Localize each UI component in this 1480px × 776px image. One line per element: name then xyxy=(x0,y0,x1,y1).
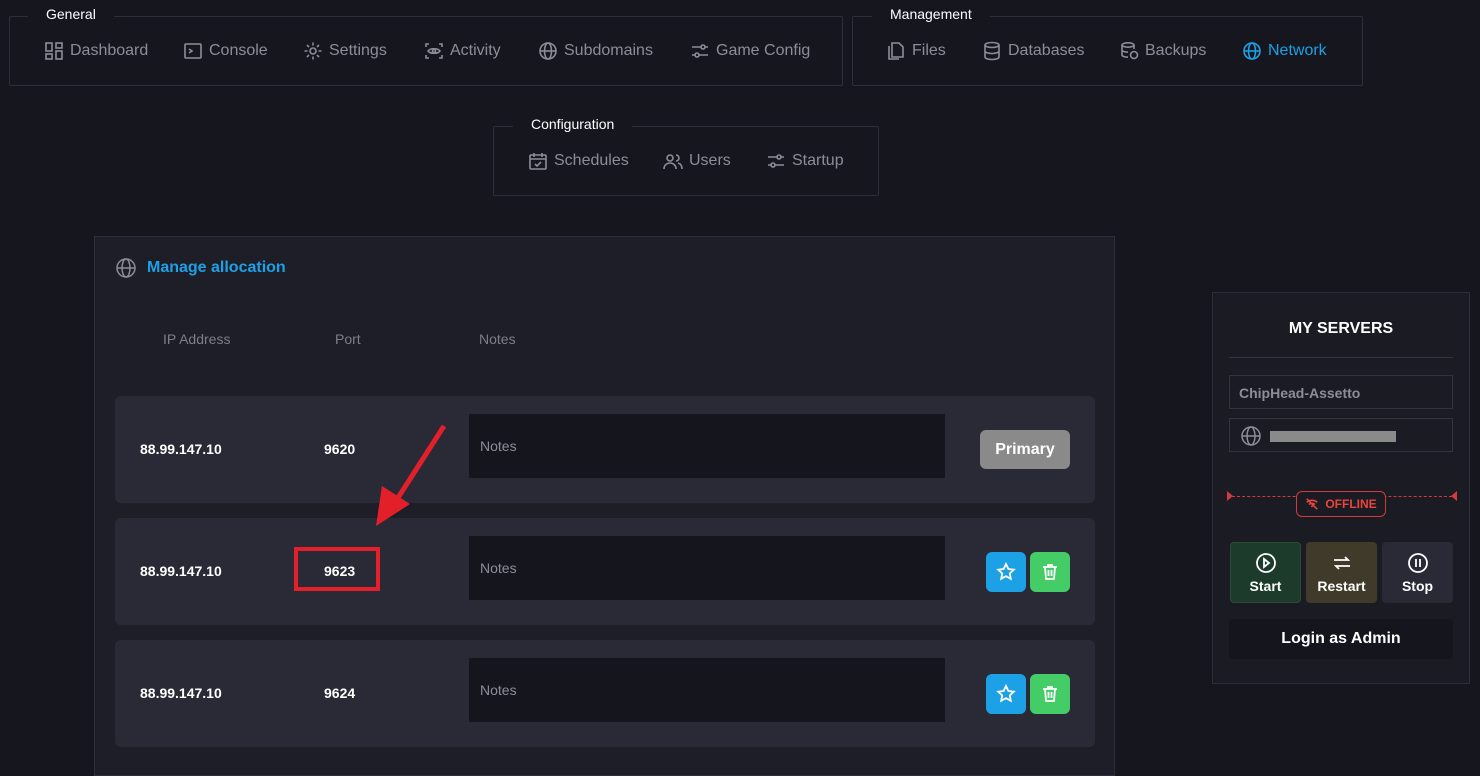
nav-item-subdomains[interactable]: Subdomains xyxy=(538,41,653,61)
nav-item-game-config[interactable]: Game Config xyxy=(690,41,810,61)
status-badge: OFFLINE xyxy=(1296,491,1386,517)
notes-input[interactable] xyxy=(469,536,945,600)
ip-address: 88.99.147.10 xyxy=(140,563,222,579)
users-icon xyxy=(663,154,683,170)
star-icon xyxy=(996,562,1016,581)
calendar-icon xyxy=(529,153,547,170)
ip-address: 88.99.147.10 xyxy=(140,685,222,701)
restart-icon xyxy=(1333,555,1350,570)
files-icon xyxy=(888,42,904,60)
stop-label: Stop xyxy=(1401,577,1434,594)
database-restore-icon xyxy=(1121,41,1139,60)
annotation-arrow xyxy=(376,424,447,526)
nav-group-configuration: Configuration Schedules Users Startup xyxy=(493,110,879,196)
gear-icon xyxy=(304,42,322,60)
primary-button[interactable]: Primary xyxy=(980,430,1070,469)
allocation-row: 88.99.147.10 9620 Primary xyxy=(115,396,1095,503)
make-primary-button[interactable] xyxy=(986,552,1026,592)
globe-icon xyxy=(1243,42,1261,60)
nav-label: Dashboard xyxy=(70,42,149,59)
nav-item-network[interactable]: Network xyxy=(1242,41,1327,61)
nav-group-title: Management xyxy=(872,0,990,28)
ip-address: 88.99.147.10 xyxy=(140,441,222,457)
notes-input[interactable] xyxy=(469,658,945,722)
trash-icon xyxy=(1043,564,1057,580)
nav-label: Console xyxy=(209,42,268,59)
delete-allocation-button[interactable] xyxy=(1030,674,1070,714)
nav-item-dashboard[interactable]: Dashboard xyxy=(44,41,148,61)
nav-item-backups[interactable]: Backups xyxy=(1119,41,1206,61)
column-header-ip: IP Address xyxy=(163,331,231,347)
annotation-highlight-box xyxy=(294,547,380,591)
my-servers-panel: MY SERVERS ChipHead-Assetto OFFLINE Star… xyxy=(1212,292,1470,684)
port: 9620 xyxy=(324,441,356,457)
nav-item-files[interactable]: Files xyxy=(886,41,946,61)
servers-title: MY SERVERS xyxy=(1288,320,1394,337)
restart-button[interactable]: Restart xyxy=(1306,542,1377,603)
nav-item-schedules[interactable]: Schedules xyxy=(528,151,629,171)
nav-item-databases[interactable]: Databases xyxy=(982,41,1085,61)
allocation-row: 88.99.147.10 9623 xyxy=(115,518,1095,625)
nav-label: Startup xyxy=(792,152,844,169)
wifi-off-icon xyxy=(1306,498,1319,510)
nav-label: Subdomains xyxy=(564,42,653,59)
login-as-admin-button[interactable]: Login as Admin xyxy=(1229,619,1453,659)
nav-item-startup[interactable]: Startup xyxy=(766,151,844,171)
nav-label: Network xyxy=(1268,42,1327,59)
server-name[interactable]: ChipHead-Assetto xyxy=(1229,375,1453,409)
server-address xyxy=(1229,418,1453,452)
delete-allocation-button[interactable] xyxy=(1030,552,1070,592)
stop-button[interactable]: Stop xyxy=(1382,542,1453,603)
nav-group-title: Configuration xyxy=(513,110,633,138)
database-icon xyxy=(984,41,1000,61)
start-label: Start xyxy=(1249,577,1282,594)
globe-icon xyxy=(539,42,557,60)
nav-group-general: General Dashboard Console Settings Activ… xyxy=(9,0,843,86)
nav-item-users[interactable]: Users xyxy=(663,151,731,171)
play-icon xyxy=(1255,552,1276,573)
nav-label: Backups xyxy=(1145,42,1207,59)
redacted-address xyxy=(1270,431,1396,442)
nav-group-title: General xyxy=(28,0,114,28)
divider xyxy=(1229,357,1453,358)
column-header-notes: Notes xyxy=(479,331,516,347)
nav-label: Files xyxy=(912,42,946,59)
column-header-port: Port xyxy=(335,331,361,347)
notes-input[interactable] xyxy=(469,414,945,478)
eye-scan-icon xyxy=(425,43,443,59)
status-marker-left xyxy=(1227,491,1233,501)
globe-icon xyxy=(1241,426,1261,446)
nav-label: Users xyxy=(689,152,731,169)
pause-icon xyxy=(1407,552,1428,573)
port: 9624 xyxy=(324,685,356,701)
start-button[interactable]: Start xyxy=(1230,542,1301,603)
status-text: OFFLINE xyxy=(1325,497,1377,511)
terminal-icon xyxy=(184,43,202,59)
panel-title: Manage allocation xyxy=(115,257,286,279)
status-marker-right xyxy=(1451,491,1457,501)
panel-title-text: Manage allocation xyxy=(147,259,286,276)
nav-item-settings[interactable]: Settings xyxy=(303,41,387,61)
nav-label: Settings xyxy=(329,42,387,59)
sliders-icon xyxy=(768,154,784,168)
nav-item-console[interactable]: Console xyxy=(183,41,268,61)
globe-icon xyxy=(116,258,136,278)
dashboard-icon xyxy=(45,42,63,60)
nav-label: Activity xyxy=(450,42,501,59)
nav-item-activity[interactable]: Activity xyxy=(424,41,501,61)
make-primary-button[interactable] xyxy=(986,674,1026,714)
trash-icon xyxy=(1043,686,1057,702)
star-icon xyxy=(996,684,1016,703)
sliders-icon xyxy=(692,44,708,58)
nav-label: Game Config xyxy=(716,42,811,59)
nav-label: Databases xyxy=(1008,42,1085,59)
nav-group-management: Management Files Databases Backups Netwo… xyxy=(852,0,1363,86)
restart-label: Restart xyxy=(1317,577,1366,594)
allocation-panel: Manage allocation IP Address Port Notes … xyxy=(94,236,1115,776)
allocation-row: 88.99.147.10 9624 xyxy=(115,640,1095,747)
nav-label: Schedules xyxy=(554,152,629,169)
